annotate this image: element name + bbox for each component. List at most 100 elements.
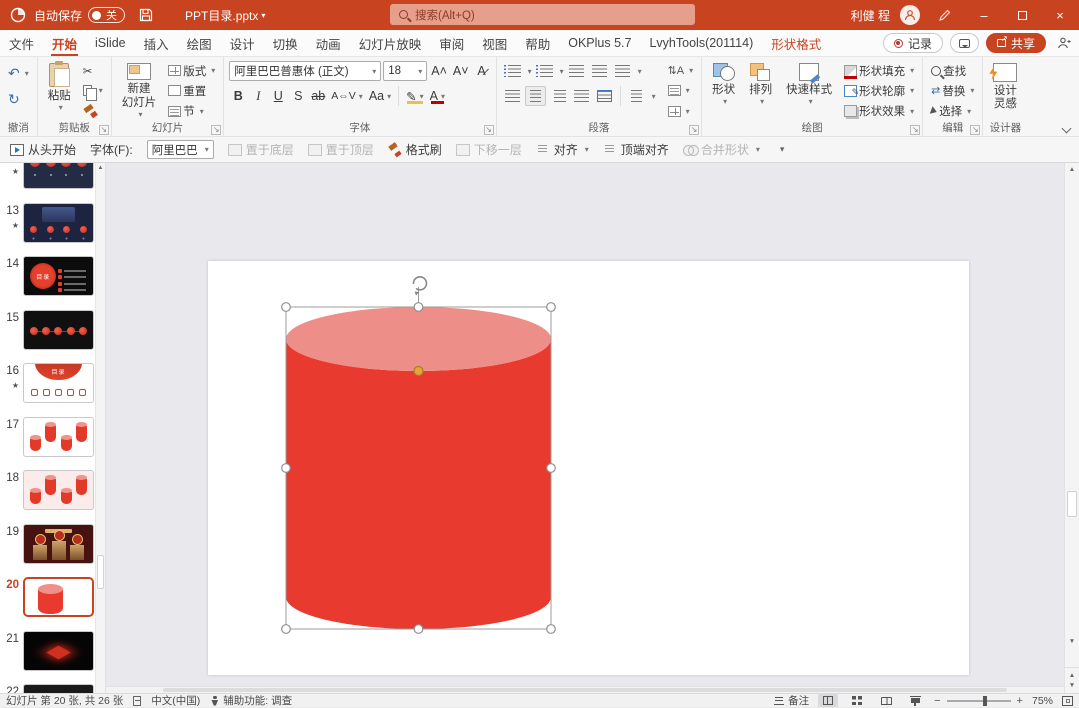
zoom-in-button[interactable]: +: [1017, 695, 1023, 707]
tab-动画[interactable]: 动画: [307, 30, 350, 56]
notes-indicator-icon[interactable]: [133, 696, 141, 706]
slide-thumbnail-12[interactable]: [23, 163, 94, 189]
resize-handle-bottom-left[interactable]: [282, 625, 291, 634]
resize-handle-middle-right[interactable]: [547, 464, 556, 473]
character-spacing-button[interactable]: A⇔V▾: [329, 86, 365, 106]
undo-button[interactable]: ↶▾: [5, 63, 32, 83]
tab-审阅[interactable]: 审阅: [430, 30, 473, 56]
shape-effects-button[interactable]: 形状效果▾: [841, 102, 917, 121]
text-highlight-button[interactable]: ✎▾: [404, 86, 426, 106]
copy-button[interactable]: ▾: [80, 81, 106, 100]
section-button[interactable]: 节▾: [165, 102, 218, 121]
maximize-button[interactable]: [1003, 0, 1041, 30]
tab-幻灯片放映[interactable]: 幻灯片放映: [350, 30, 431, 56]
font-size-select[interactable]: 18▾: [383, 61, 427, 81]
panel-scrollbar-thumb[interactable]: [97, 555, 104, 589]
resize-handle-middle-left[interactable]: [282, 464, 291, 473]
slide-thumbnail-20[interactable]: [23, 577, 94, 617]
scroll-down-button[interactable]: ▼: [1065, 638, 1079, 645]
convert-smartart-button[interactable]: ▾: [665, 102, 697, 121]
decrease-indent-button[interactable]: [566, 61, 587, 81]
clipboard-dialog-launcher[interactable]: ↘: [99, 125, 109, 135]
paragraph-dialog-launcher[interactable]: ↘: [689, 125, 699, 135]
tab-绘图[interactable]: 绘图: [178, 30, 221, 56]
slide-thumbnail-14[interactable]: 目录: [23, 256, 94, 296]
slide-thumbnail-17[interactable]: [23, 417, 94, 457]
bring-to-front-button[interactable]: 置于顶层: [308, 141, 374, 158]
drawing-dialog-launcher[interactable]: ↘: [910, 125, 920, 135]
slide-thumbnail-18[interactable]: [23, 470, 94, 510]
next-slide-button[interactable]: ▼: [1069, 682, 1075, 689]
tab-iSlide[interactable]: iSlide: [86, 30, 135, 56]
ribbon-collapse-button[interactable]: [1062, 124, 1071, 133]
language-indicator[interactable]: 中文(中国): [151, 693, 200, 708]
slide-sorter-button[interactable]: [847, 694, 867, 707]
change-case-button[interactable]: Aa▾: [367, 86, 393, 106]
italic-button[interactable]: I: [249, 86, 267, 106]
tab-文件[interactable]: 文件: [0, 30, 43, 56]
bullets-button[interactable]: [502, 61, 523, 81]
accessibility-status[interactable]: 辅助功能: 调查: [210, 693, 292, 708]
editing-dialog-launcher[interactable]: ↘: [970, 125, 980, 135]
autosave-toggle[interactable]: 关: [88, 7, 125, 23]
shape-adjust-handle[interactable]: [414, 367, 423, 376]
justify-button[interactable]: [571, 86, 592, 106]
align-center-button[interactable]: [525, 86, 546, 106]
slide-editing-area[interactable]: [208, 261, 969, 675]
find-button[interactable]: 查找: [928, 61, 977, 80]
replace-button[interactable]: ⇄替换▾: [928, 81, 977, 100]
search-box[interactable]: 搜索(Alt+Q): [390, 4, 695, 25]
save-icon[interactable]: [139, 8, 153, 22]
format-painter-quick-button[interactable]: 格式刷: [388, 141, 442, 158]
share-button[interactable]: 共享: [986, 33, 1046, 53]
shapes-button[interactable]: 形状▾: [707, 61, 740, 121]
resize-handle-top-center[interactable]: [414, 303, 423, 312]
slide-thumbnail-13[interactable]: [23, 203, 94, 243]
document-title[interactable]: PPT目录.pptx▾: [185, 7, 265, 24]
shape-fill-button[interactable]: 形状填充▾: [841, 61, 917, 80]
cut-button[interactable]: ✂: [80, 61, 106, 80]
vertical-scrollbar-thumb[interactable]: [1067, 491, 1077, 517]
paste-button[interactable]: 粘贴▾: [43, 61, 76, 121]
text-direction-button[interactable]: ⇅A▾: [665, 61, 697, 80]
resize-handle-bottom-right[interactable]: [547, 625, 556, 634]
tab-视图[interactable]: 视图: [473, 30, 516, 56]
start-from-beginning-button[interactable]: 从头开始: [10, 141, 76, 158]
user-name[interactable]: 利健 程: [851, 7, 890, 24]
tab-切换[interactable]: 切换: [264, 30, 307, 56]
cylinder-shape[interactable]: [286, 339, 551, 629]
edit-pencil-icon[interactable]: [938, 9, 951, 22]
align-right-button[interactable]: [548, 86, 569, 106]
columns-button[interactable]: [626, 86, 647, 106]
slides-dialog-launcher[interactable]: ↘: [211, 125, 221, 135]
zoom-out-button[interactable]: −: [934, 695, 940, 707]
line-spacing-button[interactable]: [612, 61, 633, 81]
presenter-person-icon[interactable]: [1057, 37, 1071, 49]
align-top-button[interactable]: 顶端对齐: [603, 141, 669, 158]
shape-outline-button[interactable]: 形状轮廓▾: [841, 81, 917, 100]
close-button[interactable]: ×: [1041, 0, 1079, 30]
zoom-level[interactable]: 75%: [1032, 695, 1053, 707]
zoom-slider[interactable]: [947, 700, 1011, 702]
increase-font-size-button[interactable]: A˄: [429, 61, 449, 81]
font-color-button[interactable]: A▾: [428, 86, 447, 106]
distribute-button[interactable]: [594, 86, 615, 106]
design-ideas-button[interactable]: 设计 灵感: [988, 61, 1022, 121]
normal-view-button[interactable]: [818, 694, 838, 707]
format-painter-button[interactable]: [80, 102, 106, 121]
arrange-button[interactable]: 排列▾: [744, 61, 777, 121]
slide-thumbnail-15[interactable]: [23, 310, 94, 350]
select-button[interactable]: 选择▾: [928, 102, 977, 121]
comments-button[interactable]: [950, 33, 979, 53]
clear-formatting-button[interactable]: A̷: [473, 61, 491, 81]
font-quick-select[interactable]: 阿里巴巴▾: [147, 140, 214, 159]
scroll-up-button[interactable]: ▲: [1065, 166, 1079, 173]
notes-toggle[interactable]: 备注: [774, 693, 809, 708]
resize-handle-top-right[interactable]: [547, 303, 556, 312]
shadow-button[interactable]: S: [289, 86, 307, 106]
merge-shapes-button[interactable]: 合并形状▾: [683, 141, 760, 158]
canvas-horizontal-scrollbar[interactable]: [106, 686, 1064, 693]
slide-thumbnail-19[interactable]: [23, 524, 94, 564]
previous-slide-button[interactable]: ▲: [1069, 672, 1075, 679]
tab-插入[interactable]: 插入: [135, 30, 178, 56]
